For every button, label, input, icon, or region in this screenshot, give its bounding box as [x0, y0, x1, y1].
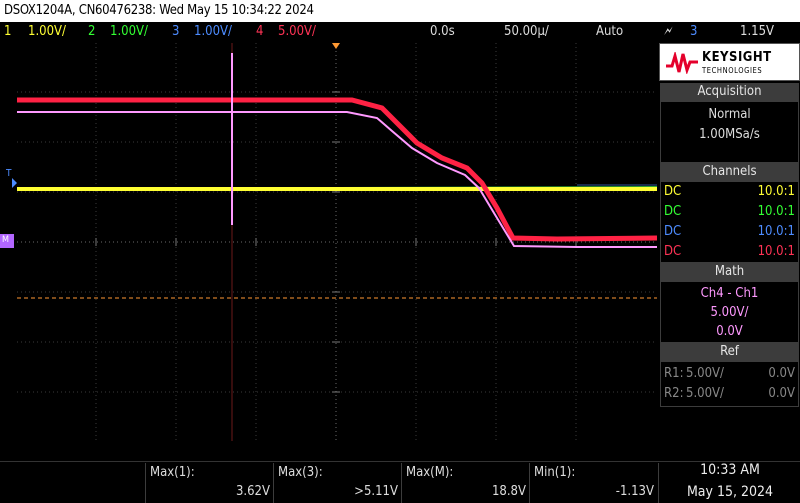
math-section[interactable]: Ch4 - Ch1 5.00V/ 0.0V	[660, 281, 799, 343]
ch2-probe: 10.0:1	[757, 204, 795, 219]
measurement-min-ch1[interactable]: Min(1): -1.13V	[529, 463, 659, 503]
ref-r2-name: R2:	[664, 386, 684, 401]
measurement-label: Max(3):	[278, 465, 323, 480]
logo-subtitle: TECHNOLOGIES	[702, 66, 763, 75]
measurement-max-ch3[interactable]: Max(3): >5.11V	[273, 463, 402, 503]
measurement-label: Max(1):	[150, 465, 195, 480]
ch4-trace	[17, 97, 657, 242]
measurement-label: Min(1):	[534, 465, 576, 480]
ch4-coupling: DC	[664, 244, 682, 259]
math-scale: 5.00V/	[710, 305, 749, 320]
trigger-mode[interactable]: Auto	[596, 22, 623, 41]
ref-r1-scale: 5.00V/	[686, 366, 724, 381]
trigger-position-marker	[332, 43, 340, 49]
ch2-number[interactable]: 2	[88, 22, 95, 41]
ref-section[interactable]: R1: 5.00V/ 0.0V R2: 5.00V/ 0.0V	[660, 361, 799, 407]
math-trace	[17, 111, 657, 248]
keysight-logo: KEYSIGHT TECHNOLOGIES	[659, 43, 800, 81]
clock: 10:33 AM May 15, 2024	[660, 459, 800, 503]
ch4-number[interactable]: 4	[256, 22, 263, 41]
math-offset: 0.0V	[716, 324, 743, 339]
channel-row: DC 10.0:1	[664, 202, 795, 222]
acquisition-heading[interactable]: Acquisition	[660, 83, 799, 101]
ch3-number[interactable]: 3	[172, 22, 179, 41]
status-bar: 1 1.00V/ 2 1.00V/ 3 1.00V/ 4 5.00V/ 0.0s…	[0, 22, 800, 41]
math-function: Ch4 - Ch1	[700, 286, 759, 301]
math-heading[interactable]: Math	[660, 263, 799, 281]
ref-row-r2: R2: 5.00V/ 0.0V	[664, 384, 795, 404]
acquisition-mode: Normal	[708, 107, 751, 122]
ch3-coupling: DC	[664, 224, 682, 239]
measurement-max-ch1[interactable]: Max(1): 3.62V	[145, 463, 274, 503]
channel-row: DC 10.0:1	[664, 242, 795, 262]
window-title: DSOX1204A, CN60476238: Wed May 15 10:34:…	[0, 0, 800, 22]
measurement-value: >5.11V	[354, 484, 398, 499]
math-marker-label[interactable]: M	[2, 235, 9, 245]
measurement-label: Max(M):	[406, 465, 454, 480]
trigger-source[interactable]: 3	[690, 22, 697, 41]
ref-r2-offset: 0.0V	[768, 386, 795, 401]
graticule-and-traces	[17, 43, 657, 441]
ch1-coupling: DC	[664, 184, 682, 199]
ch2-coupling: DC	[664, 204, 682, 219]
channel-row: DC 10.0:1	[664, 222, 795, 242]
logo-brand: KEYSIGHT	[702, 50, 772, 65]
keysight-wave-icon	[666, 52, 698, 74]
ref-row-r1: R1: 5.00V/ 0.0V	[664, 364, 795, 384]
ref-r2-scale: 5.00V/	[686, 386, 724, 401]
channels-section[interactable]: DC 10.0:1 DC 10.0:1 DC 10.0:1 DC 10.0:1	[660, 181, 799, 263]
measurement-value: 18.8V	[491, 484, 526, 499]
time-offset[interactable]: 0.0s	[430, 22, 455, 41]
acquisition-rate: 1.00MSa/s	[699, 127, 760, 142]
ch4-probe: 10.0:1	[757, 244, 795, 259]
ch1-probe: 10.0:1	[757, 184, 795, 199]
side-panel: KEYSIGHT TECHNOLOGIES Acquisition Normal…	[659, 43, 800, 441]
acquisition-section[interactable]: Normal 1.00MSa/s	[660, 101, 799, 163]
ref-heading[interactable]: Ref	[660, 343, 799, 361]
measurement-max-math[interactable]: Max(M): 18.8V	[401, 463, 530, 503]
channels-heading[interactable]: Channels	[660, 163, 799, 181]
measurement-bar: Max(1): 3.62V Max(3): >5.11V Max(M): 18.…	[0, 463, 660, 503]
ch3-probe: 10.0:1	[757, 224, 795, 239]
ch3-scale[interactable]: 1.00V/	[194, 22, 232, 41]
channel-row: DC 10.0:1	[664, 182, 795, 202]
ch2-scale[interactable]: 1.00V/	[110, 22, 148, 41]
time-scale[interactable]: 50.00µ/	[504, 22, 549, 41]
measurement-value: 3.62V	[235, 484, 270, 499]
ch1-scale[interactable]: 1.00V/	[28, 22, 66, 41]
trigger-level[interactable]: 1.15V	[740, 22, 774, 41]
trigger-edge-icon: 🗲	[664, 24, 673, 39]
clock-date: May 15, 2024	[686, 484, 774, 500]
ch1-number[interactable]: 1	[4, 22, 11, 41]
channel-marker-strip: T M	[0, 43, 17, 441]
ch4-scale[interactable]: 5.00V/	[278, 22, 316, 41]
ref-r1-name: R1:	[664, 366, 684, 381]
graticule-center-axes	[17, 43, 657, 441]
measurement-value: -1.13V	[615, 484, 654, 499]
ref-r1-offset: 0.0V	[768, 366, 795, 381]
clock-time: 10:33 AM	[700, 462, 760, 478]
waveform-display[interactable]	[17, 43, 657, 441]
